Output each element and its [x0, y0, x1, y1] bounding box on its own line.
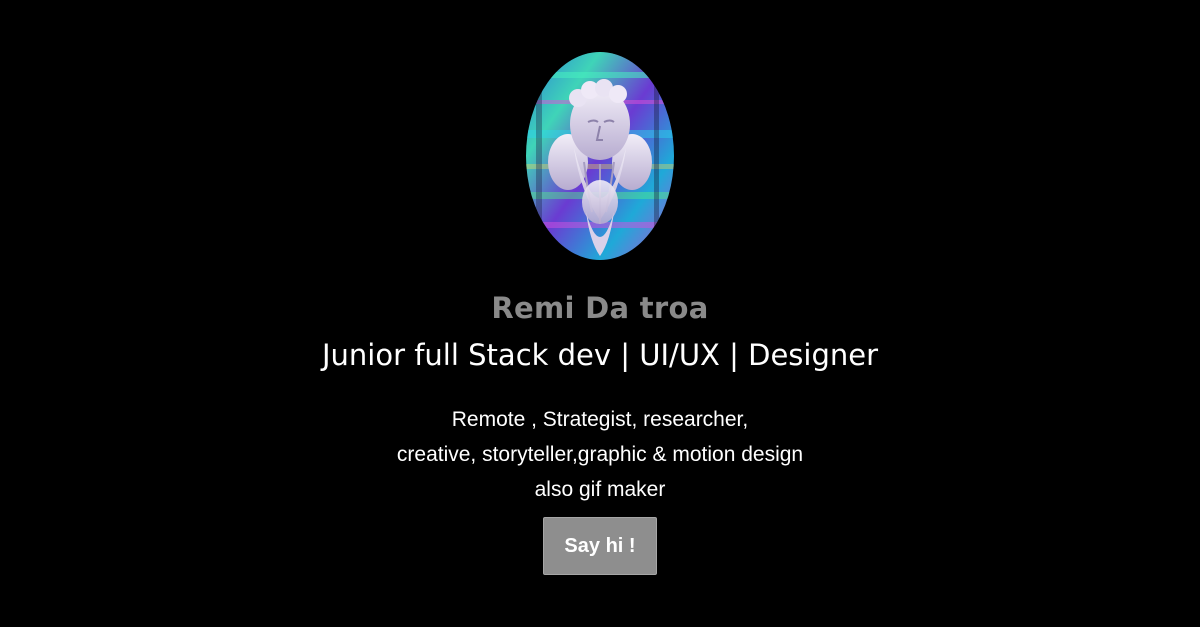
bio-line: creative, storyteller,graphic & motion d… [396, 443, 804, 466]
profile-bio: Remote , Strategist, researcher, creativ… [397, 402, 803, 507]
glitch-statue-avatar-image [526, 52, 674, 260]
bio-line: Remote , Strategist, researcher, [451, 408, 749, 431]
avatar [526, 52, 674, 260]
bio-line: also gif maker [534, 478, 666, 501]
profile-headline: Junior full Stack dev | UI/UX | Designer [321, 338, 879, 372]
profile-name: Remi Da troa [491, 291, 709, 325]
profile-page: Remi Da troa Junior full Stack dev | UI/… [0, 0, 1200, 627]
say-hi-button[interactable]: Say hi ! [543, 517, 657, 575]
